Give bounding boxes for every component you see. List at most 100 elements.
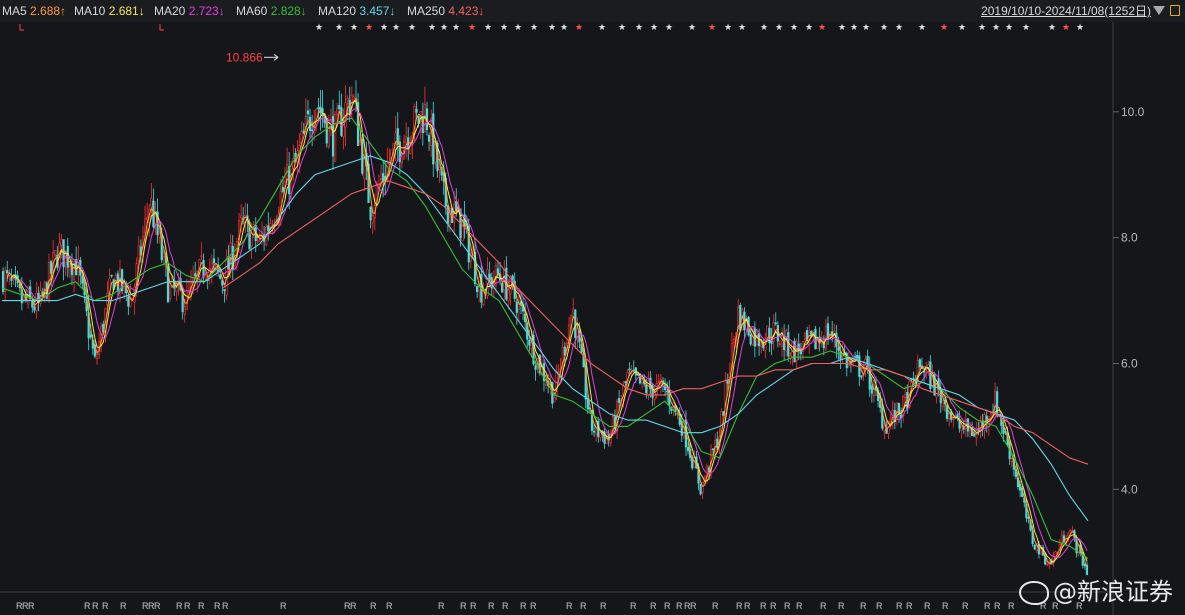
candle-body <box>618 398 621 403</box>
star-icon: ★ <box>315 23 323 33</box>
ma-legend-label: MA120 <box>318 4 360 18</box>
star-icon: ★ <box>665 23 673 33</box>
candle-body <box>127 296 130 307</box>
r-marker: R <box>28 601 35 611</box>
r-marker: R <box>664 601 671 611</box>
candle-body <box>749 334 752 345</box>
ma-legend-value: 2.723↓ <box>188 4 225 18</box>
r-marker: R <box>896 601 903 611</box>
r-marker: R <box>184 601 191 611</box>
candle-body <box>883 425 886 432</box>
candle-body <box>686 446 690 452</box>
candle-body <box>507 289 510 301</box>
date-range-selector[interactable]: 2019/10/10-2024/11/08(1252日) <box>981 0 1151 22</box>
candle-body <box>488 273 491 279</box>
candle-body <box>427 135 431 142</box>
candle-body <box>726 379 729 384</box>
r-marker: R <box>222 601 229 611</box>
candle-body <box>338 105 341 110</box>
star-icon: ★ <box>392 23 400 33</box>
star-icon: ★ <box>724 23 732 33</box>
candle-body <box>150 198 153 208</box>
candle-body <box>860 375 863 378</box>
candle-body <box>415 108 418 113</box>
star-icon: ★ <box>838 23 846 33</box>
candle-body <box>169 282 172 299</box>
candle-body <box>918 359 921 368</box>
candle-body <box>1046 563 1049 565</box>
star-icon: ★ <box>790 23 798 33</box>
r-marker: R <box>280 601 287 611</box>
candle-body <box>1037 544 1041 555</box>
candle-body <box>95 354 99 360</box>
r-marker: R <box>470 601 477 611</box>
r-marker: R <box>84 601 91 611</box>
star-icon: ★ <box>895 23 903 33</box>
candle-body <box>766 325 769 339</box>
candle-body <box>6 270 9 274</box>
lock-icon[interactable] <box>1170 5 1180 16</box>
r-marker: R <box>370 601 377 611</box>
candle-body <box>35 293 38 311</box>
candle-body <box>379 178 383 181</box>
r-marker: R <box>1008 601 1015 611</box>
candle-body <box>146 217 149 220</box>
star-icon: ★ <box>548 23 556 33</box>
candle-body <box>624 381 627 383</box>
candle-body <box>346 98 349 101</box>
candle-body <box>1069 529 1072 533</box>
ma-legend-label: MA10 <box>74 4 109 18</box>
candle-body <box>400 156 404 164</box>
r-marker: R <box>760 601 767 611</box>
star-icon: ★ <box>500 23 508 33</box>
candle-body <box>143 218 147 233</box>
watermark: @新浪证券 <box>1019 572 1173 607</box>
candle-body <box>476 286 479 293</box>
candle-body <box>212 258 216 264</box>
star-icon: ★ <box>514 23 522 33</box>
r-marker: R <box>796 601 803 611</box>
candle-body <box>837 347 840 351</box>
star-icon: ★ <box>805 23 813 33</box>
candle-body <box>352 96 356 101</box>
star-icon: ★ <box>850 23 858 33</box>
r-marker: R <box>942 601 949 611</box>
candle-body <box>405 136 408 143</box>
candle-body <box>528 340 531 346</box>
candle-body <box>455 201 458 211</box>
r-marker: R <box>860 601 867 611</box>
r-marker: R <box>820 601 827 611</box>
triangle-down-icon[interactable] <box>1153 6 1165 15</box>
r-marker: R <box>770 601 777 611</box>
r-marker: R <box>876 601 883 611</box>
candle-body <box>760 344 763 347</box>
r-marker: R <box>488 601 495 611</box>
r-marker: R <box>650 601 657 611</box>
r-marker: R <box>102 601 109 611</box>
candle-body <box>973 434 976 437</box>
star-icon: ★ <box>918 23 926 33</box>
candle-body <box>866 355 869 365</box>
ma-legend-label: MA20 <box>154 4 189 18</box>
star-icon: ★ <box>380 23 388 33</box>
candle-body <box>701 481 704 493</box>
candle-body <box>200 255 203 258</box>
r-marker: R <box>736 601 743 611</box>
r-marker: R <box>198 601 205 611</box>
candle-body <box>501 282 504 293</box>
r-marker: R <box>784 601 791 611</box>
candle-body <box>739 305 742 331</box>
candle-body <box>183 306 186 315</box>
price-chart[interactable]: 4.0 6.0 8.0 10.0 10.866 ★ ★ ★ ★ ★ ★ ★ ★ ★ ★ ★ ★ ★ ★ ★ ★ ★ ★ ★… <box>0 22 1185 615</box>
r-marker: R <box>676 601 683 611</box>
candle-body <box>778 343 782 345</box>
candle-body <box>592 430 596 433</box>
star-icon: ★ <box>560 23 568 33</box>
r-marker: R <box>350 601 357 611</box>
star-icon: ★ <box>650 23 658 33</box>
candle-body <box>33 306 36 311</box>
star-icon: ★ <box>440 23 448 33</box>
candle-body <box>927 364 930 368</box>
r-marker: R <box>502 601 509 611</box>
star-icon: ★ <box>468 23 476 33</box>
